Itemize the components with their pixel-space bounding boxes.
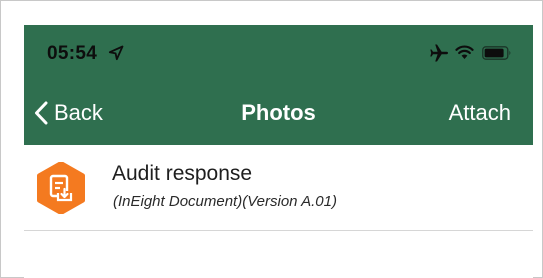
phone-screen: 05:54 Back Photos Attach Audit response … — [24, 25, 533, 278]
attach-button[interactable]: Attach — [449, 97, 511, 129]
item-title: Audit response — [112, 162, 253, 185]
header: 05:54 Back Photos Attach — [24, 25, 533, 145]
screenshot-frame: 05:54 Back Photos Attach Audit response … — [0, 0, 543, 278]
item-subtitle: (InEight Document)(Version A.01) — [113, 193, 337, 210]
battery-icon — [482, 46, 511, 60]
airplane-icon — [430, 44, 448, 62]
wifi-icon — [455, 45, 474, 59]
navigation-bar: Back Photos Attach — [24, 89, 533, 137]
status-time: 05:54 — [47, 43, 98, 64]
list-item[interactable]: Audit response (InEight Document)(Versio… — [24, 145, 533, 231]
document-download-icon — [37, 162, 85, 214]
location-arrow-icon — [108, 45, 124, 61]
status-bar: 05:54 — [24, 25, 533, 81]
